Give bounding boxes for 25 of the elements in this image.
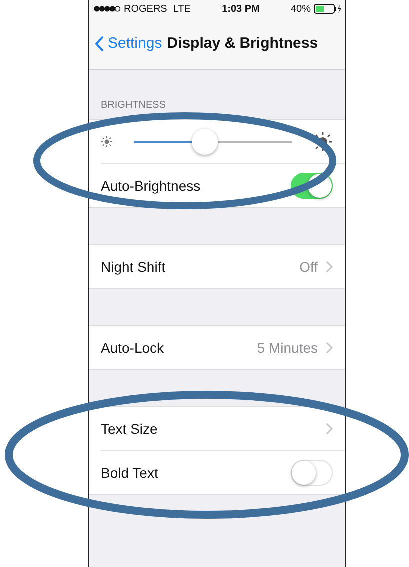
status-time: 1:03 PM [222, 4, 260, 14]
row-label: Auto-Lock [101, 340, 166, 356]
slider-thumb[interactable] [192, 128, 218, 154]
row-label: Text Size [101, 420, 159, 436]
row-value: 5 Minutes [257, 340, 318, 356]
battery-icon [314, 4, 342, 14]
row-value: Off [300, 258, 318, 274]
chevron-icon [326, 422, 333, 434]
chevron-icon [326, 260, 333, 272]
row-label: Auto-Brightness [101, 178, 202, 194]
carrier-name: ROGERS [124, 4, 168, 14]
signal-icon [94, 6, 121, 12]
row-label: Bold Text [101, 464, 160, 480]
back-chevron-icon [95, 36, 104, 52]
brightness-slider[interactable] [134, 128, 292, 154]
toggle-switch[interactable] [291, 460, 333, 486]
section-header: BRIGHTNESS [100, 100, 168, 113]
sun-large-icon [313, 132, 333, 152]
sun-small-icon [101, 136, 113, 148]
chevron-icon [326, 342, 333, 354]
battery-percent: 40% [290, 4, 311, 14]
network-type: LTE [173, 4, 191, 14]
page-title: Display & Brightness [167, 35, 318, 52]
back-button[interactable]: Settings [95, 35, 162, 52]
row-label: Night Shift [101, 258, 167, 274]
